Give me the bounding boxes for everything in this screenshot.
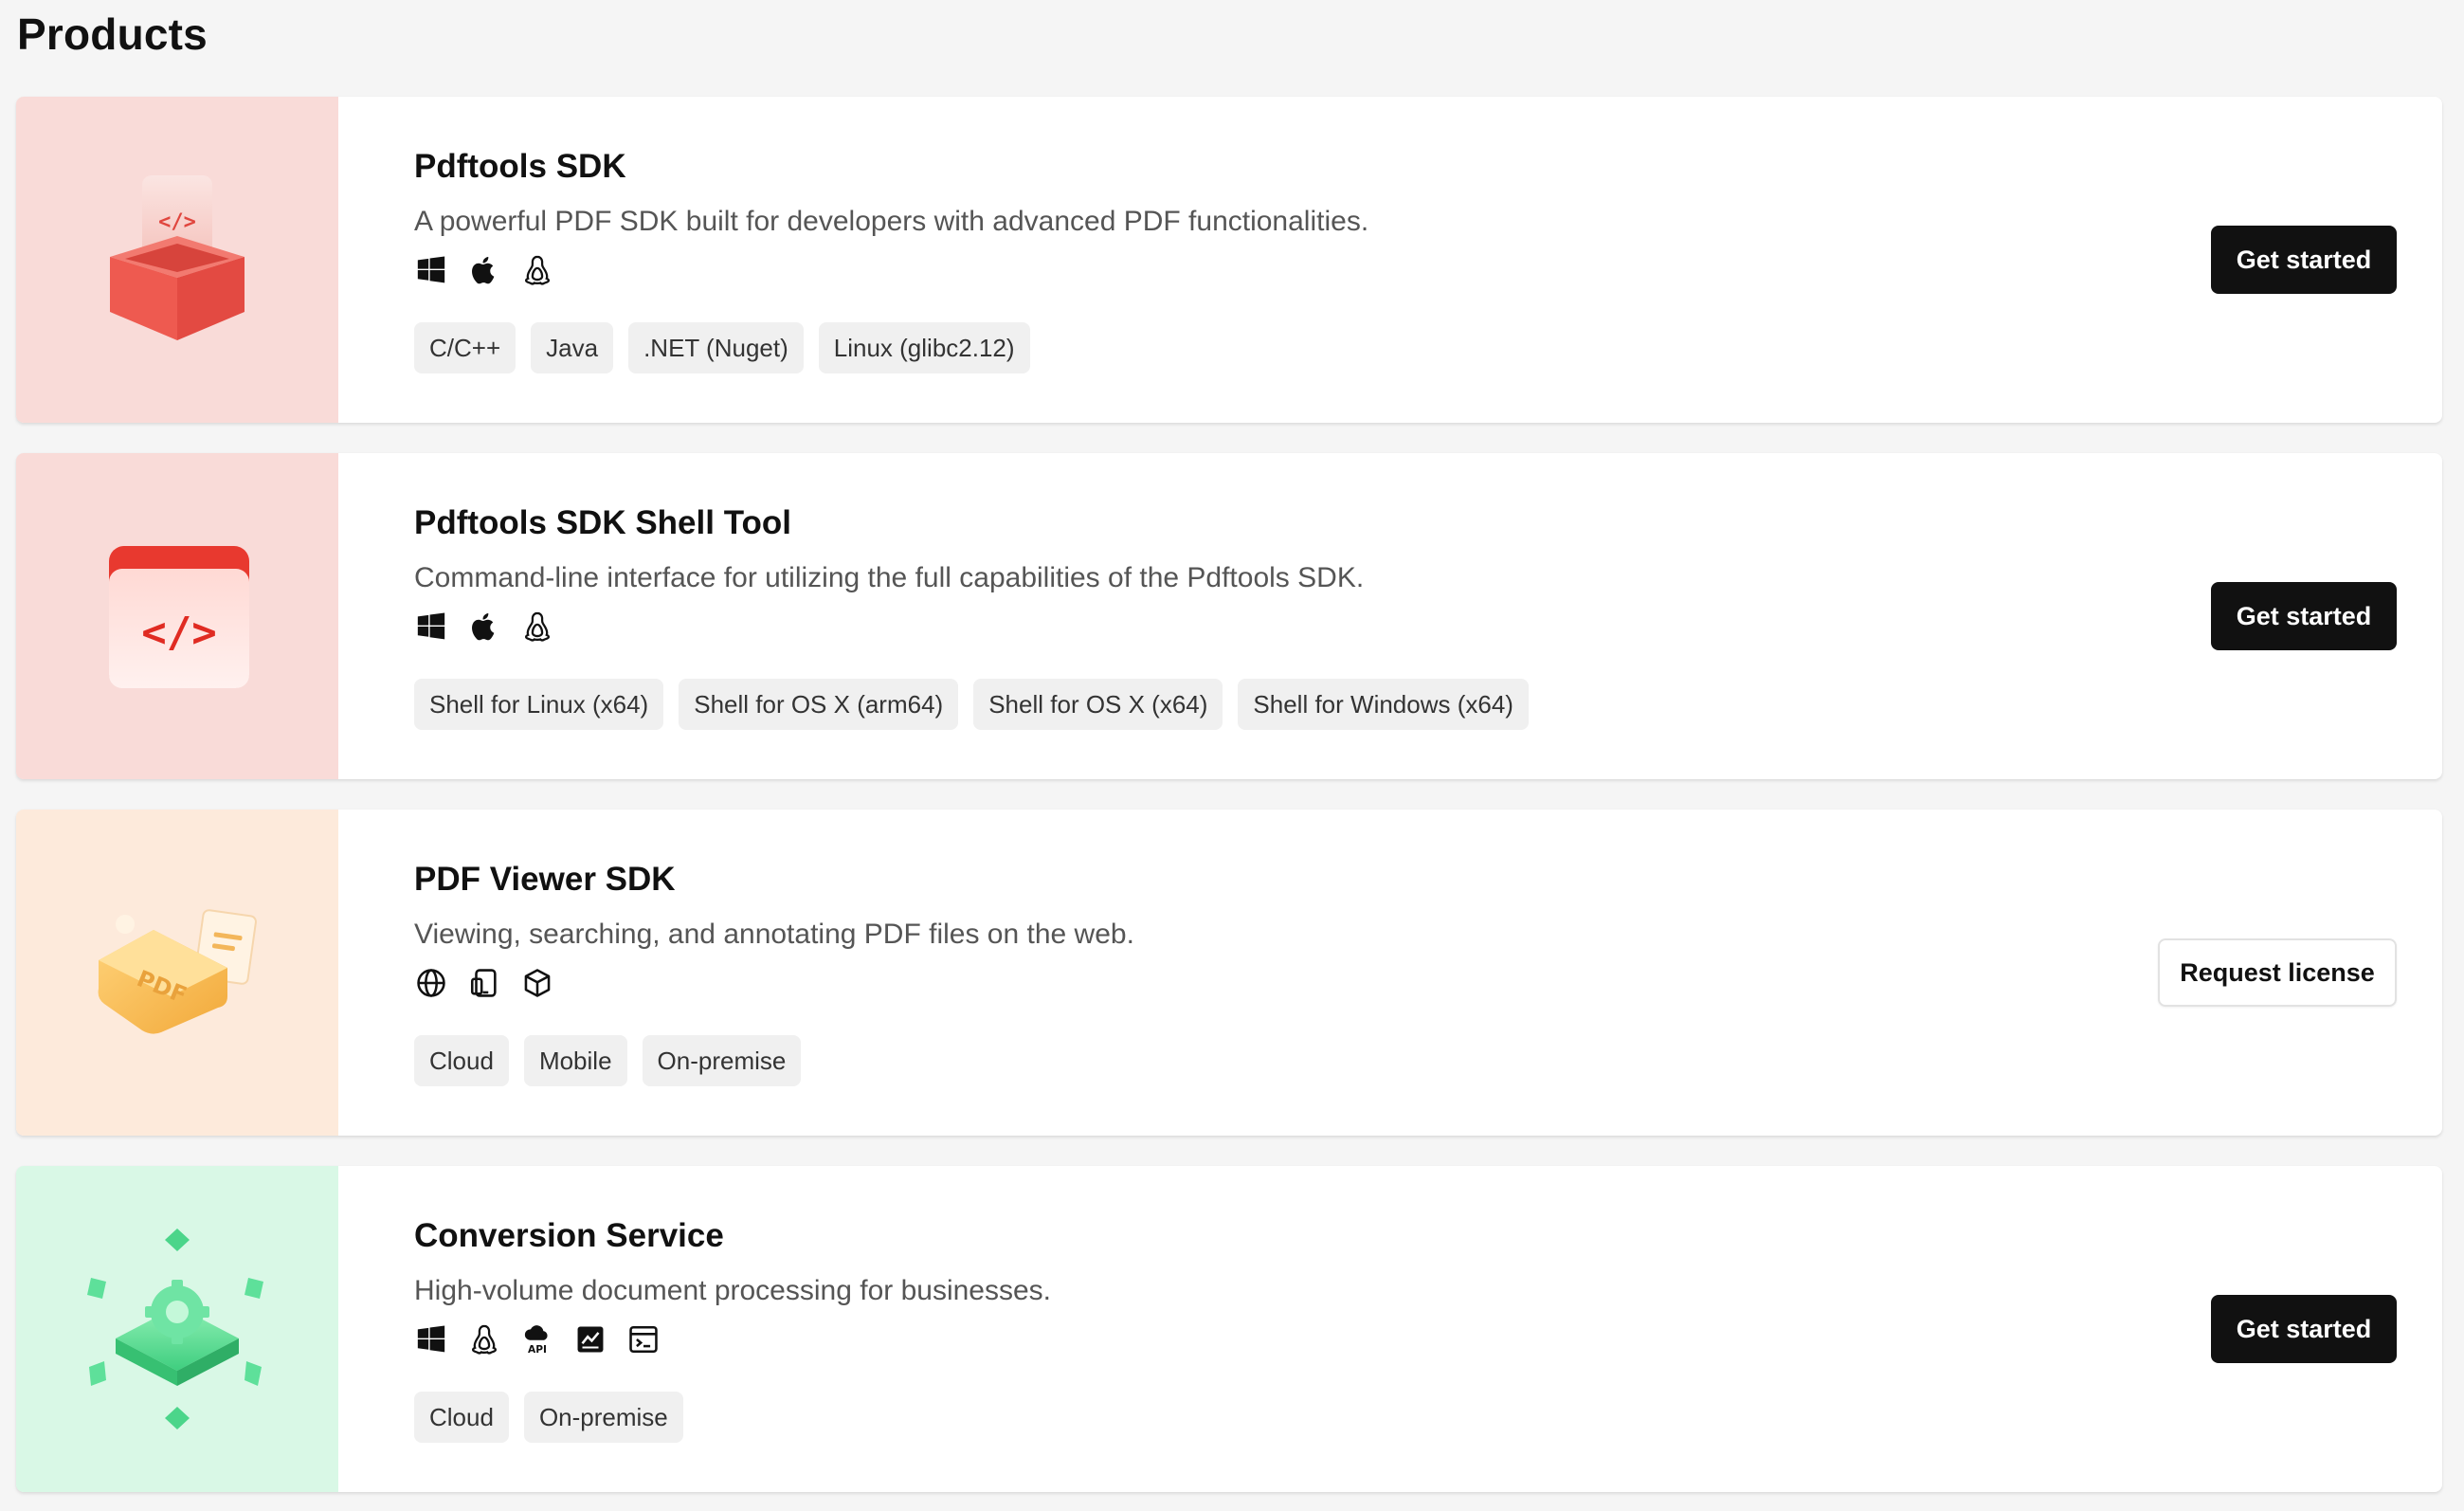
- windows-icon: [414, 1322, 448, 1356]
- mobile-icon: [467, 966, 501, 1000]
- tag-chip[interactable]: Shell for Windows (x64): [1238, 679, 1529, 730]
- windows-icon: [414, 253, 448, 287]
- get-started-button[interactable]: Get started: [2211, 582, 2397, 650]
- product-thumbnail: </>: [16, 453, 338, 779]
- svg-text:</>: </>: [158, 210, 196, 234]
- tag-chip[interactable]: Shell for Linux (x64): [414, 679, 664, 730]
- cloud-api-icon: API: [520, 1322, 554, 1356]
- tag-chip[interactable]: Java: [531, 322, 614, 373]
- product-thumbnail: [16, 1166, 338, 1492]
- tag-chip[interactable]: On-premise: [642, 1035, 802, 1086]
- tag-chip[interactable]: Cloud: [414, 1035, 509, 1086]
- pdf-folder-illustration-icon: PDF: [98, 909, 257, 1034]
- product-title: PDF Viewer SDK: [414, 861, 676, 898]
- tag-chip[interactable]: C/C++: [414, 322, 516, 373]
- globe-icon: [414, 966, 448, 1000]
- products-page: Products </> Pdftools SDK A powerful PDF…: [0, 0, 2464, 1511]
- svg-text:</>: </>: [141, 609, 216, 657]
- linux-icon: [467, 1322, 501, 1356]
- tag-chip[interactable]: Shell for OS X (arm64): [679, 679, 959, 730]
- product-thumbnail: </>: [16, 97, 338, 423]
- request-license-button[interactable]: Request license: [2158, 938, 2397, 1007]
- terminal-icon: [626, 1322, 661, 1356]
- tag-chip[interactable]: On-premise: [523, 1392, 683, 1443]
- apple-icon: [467, 253, 501, 287]
- get-started-button[interactable]: Get started: [2211, 226, 2397, 294]
- product-card-pdf-viewer-sdk: PDF PDF Viewer SDK Viewing, searching, a…: [16, 810, 2442, 1136]
- platform-icons: API: [414, 1321, 2063, 1357]
- product-description: High-volume document processing for busi…: [414, 1275, 1051, 1306]
- apple-icon: [467, 610, 501, 644]
- linux-icon: [520, 253, 554, 287]
- product-card-shell-tool: </> Pdftools SDK Shell Tool Command-line…: [16, 453, 2442, 779]
- product-info: PDF Viewer SDK Viewing, searching, and a…: [414, 857, 2063, 1086]
- tag-chip[interactable]: .NET (Nuget): [628, 322, 804, 373]
- svg-text:API: API: [528, 1343, 547, 1356]
- sdk-box-illustration-icon: </>: [110, 175, 245, 340]
- product-list: </> Pdftools SDK A powerful PDF SDK buil…: [16, 97, 2442, 1492]
- platform-icons: [414, 609, 2063, 645]
- product-card-pdftools-sdk: </> Pdftools SDK A powerful PDF SDK buil…: [16, 97, 2442, 423]
- product-tags: Shell for Linux (x64) Shell for OS X (ar…: [414, 679, 2063, 730]
- product-info: Pdftools SDK Shell Tool Command-line int…: [414, 501, 2063, 730]
- page-title: Products: [17, 9, 208, 59]
- product-title: Pdftools SDK: [414, 148, 626, 185]
- get-started-button[interactable]: Get started: [2211, 1295, 2397, 1363]
- conversion-gear-illustration-icon: [87, 1229, 263, 1429]
- platform-icons: [414, 965, 2063, 1001]
- product-description: Viewing, searching, and annotating PDF f…: [414, 919, 1134, 950]
- tag-chip[interactable]: Mobile: [523, 1035, 627, 1086]
- product-thumbnail: PDF: [16, 810, 338, 1136]
- product-title: Conversion Service: [414, 1217, 724, 1254]
- tag-chip[interactable]: Linux (glibc2.12): [818, 322, 1030, 373]
- product-info: Conversion Service High-volume document …: [414, 1213, 2063, 1443]
- windows-icon: [414, 610, 448, 644]
- platform-icons: [414, 252, 2063, 288]
- chart-icon: [573, 1322, 607, 1356]
- linux-icon: [520, 610, 554, 644]
- product-tags: Cloud On-premise: [414, 1392, 2063, 1443]
- tag-chip[interactable]: Shell for OS X (x64): [973, 679, 1223, 730]
- product-card-conversion-service: Conversion Service High-volume document …: [16, 1166, 2442, 1492]
- code-window-illustration-icon: </>: [109, 546, 249, 688]
- tag-chip[interactable]: Cloud: [414, 1392, 509, 1443]
- product-tags: C/C++ Java .NET (Nuget) Linux (glibc2.12…: [414, 322, 2063, 373]
- product-info: Pdftools SDK A powerful PDF SDK built fo…: [414, 144, 2063, 373]
- product-tags: Cloud Mobile On-premise: [414, 1035, 2063, 1086]
- product-title: Pdftools SDK Shell Tool: [414, 504, 791, 541]
- cube-icon: [520, 966, 554, 1000]
- product-description: Command-line interface for utilizing the…: [414, 562, 1365, 593]
- product-description: A powerful PDF SDK built for developers …: [414, 206, 1369, 237]
